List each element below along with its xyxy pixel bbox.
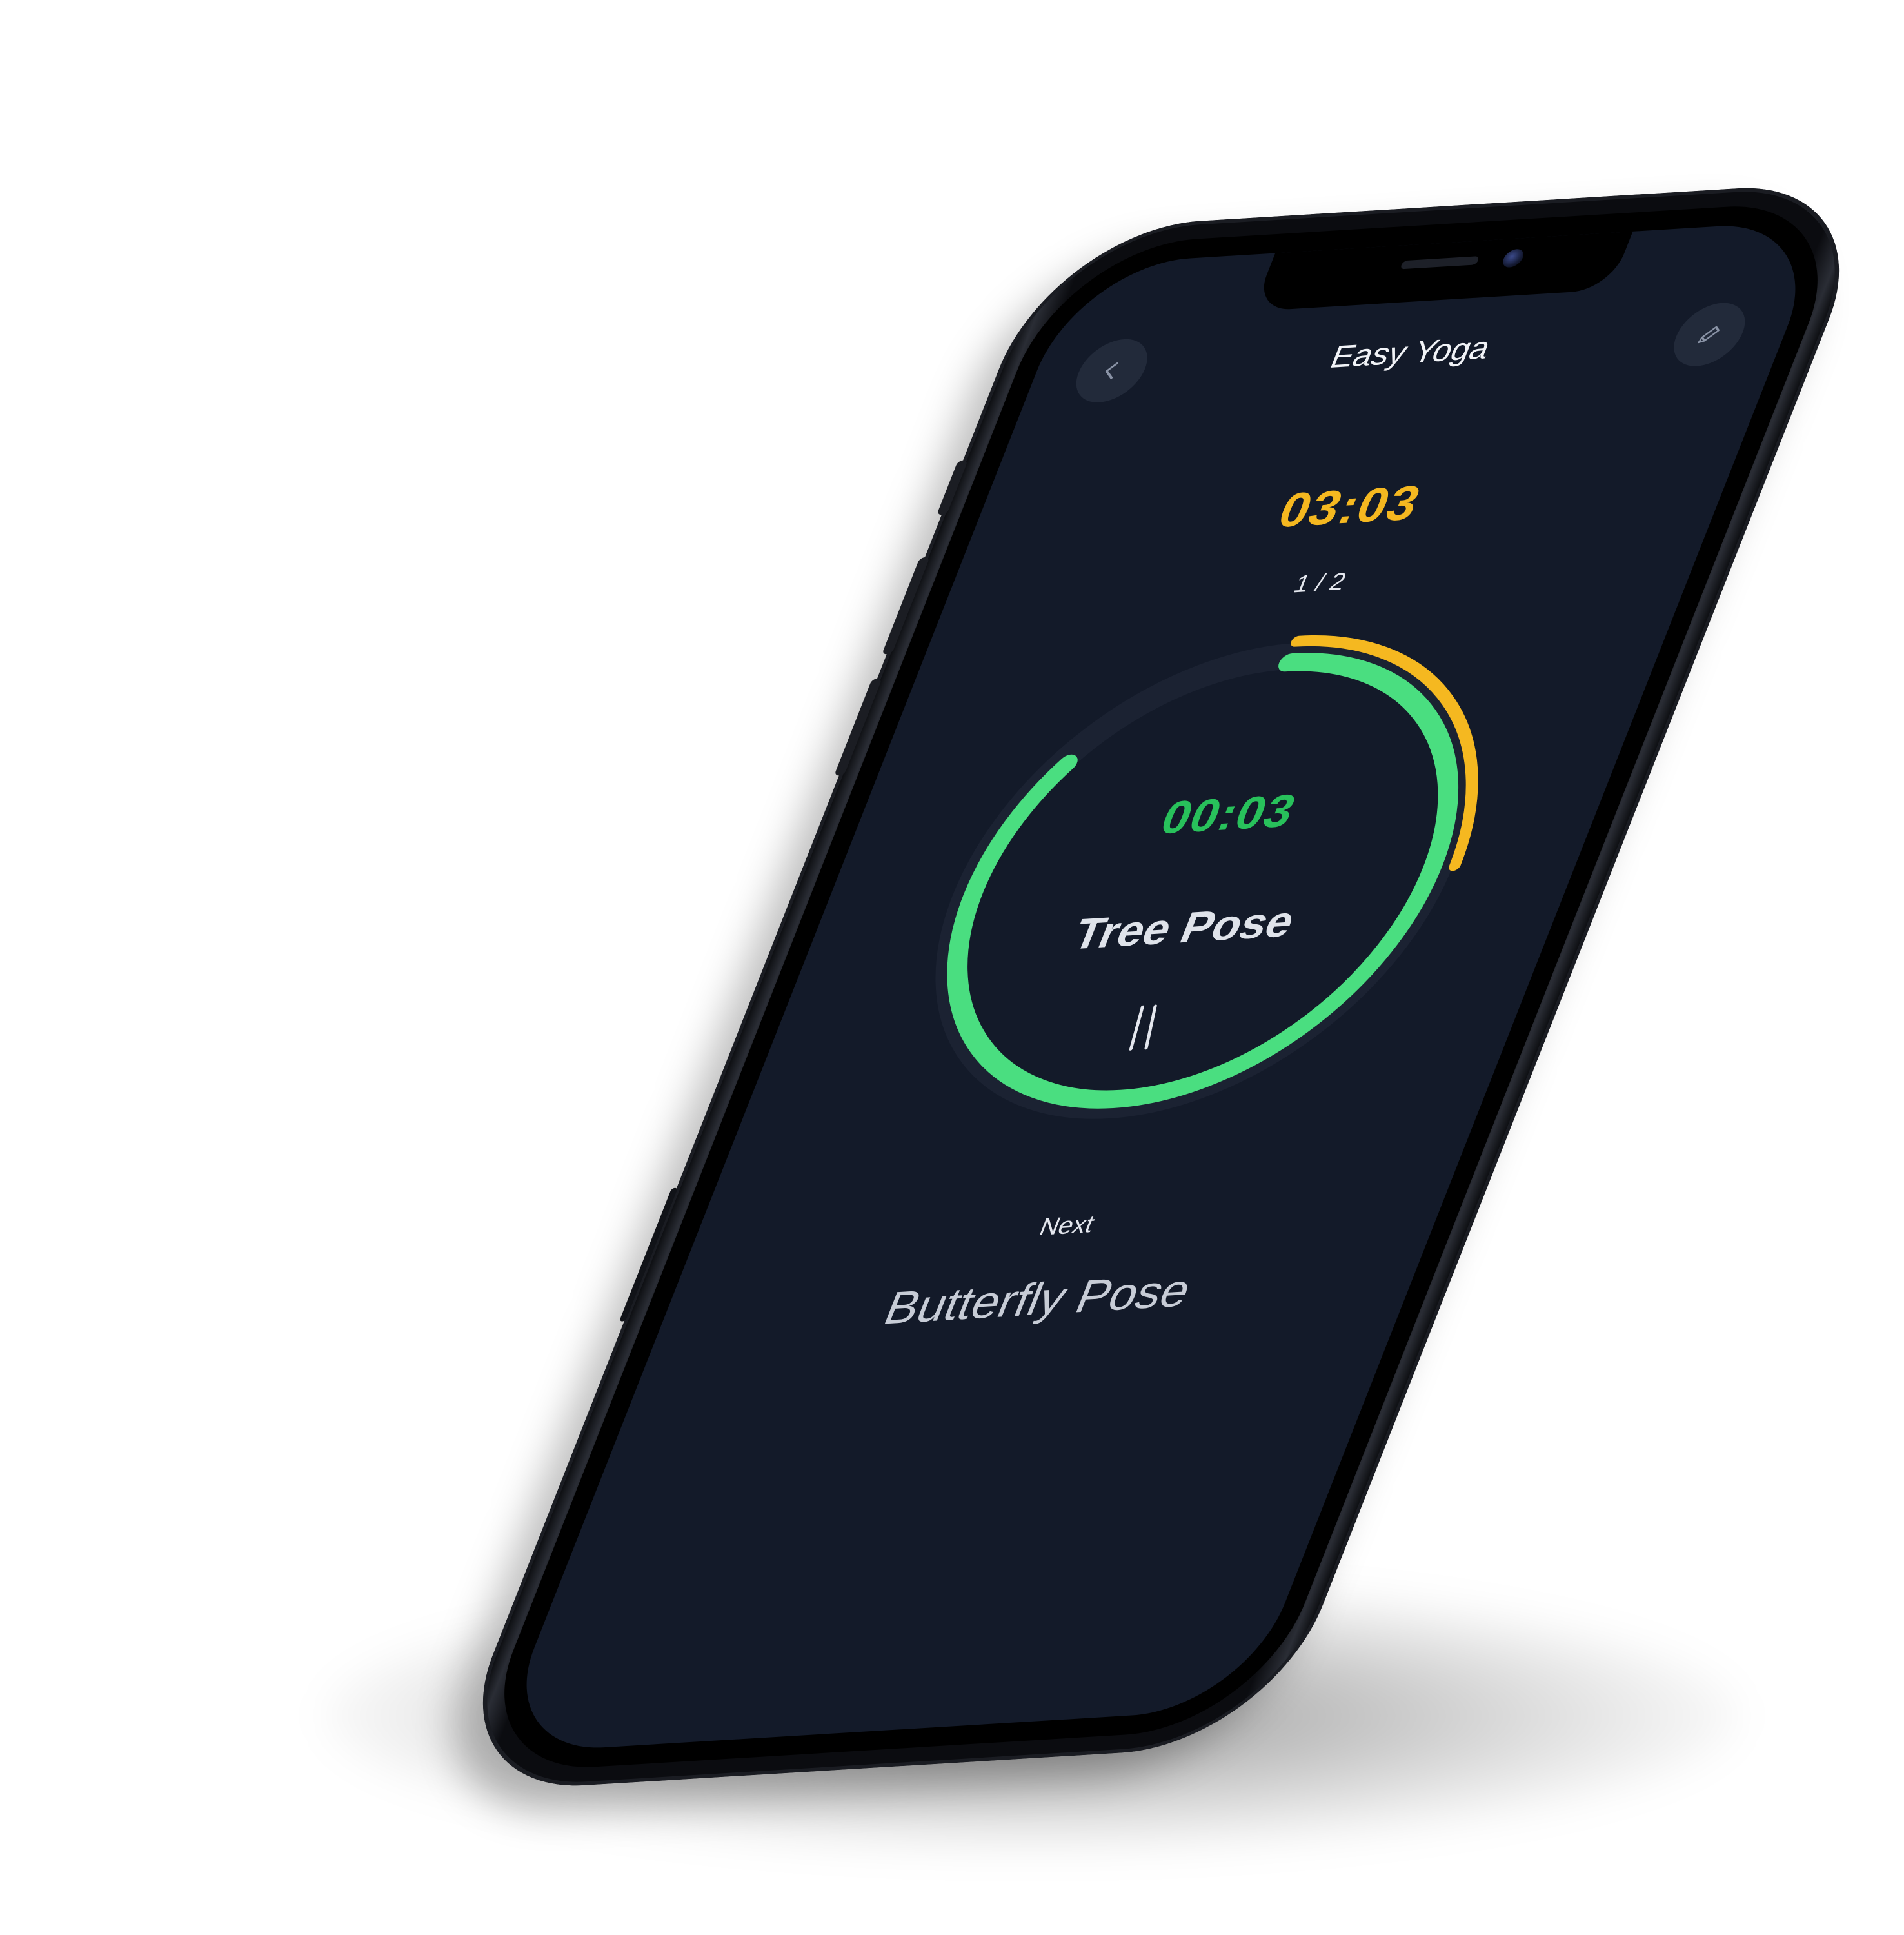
edit-button[interactable] — [1663, 301, 1756, 368]
pencil-icon — [1698, 326, 1720, 344]
app-screen: Easy Yoga 03:03 1 / 2 00:03 Tree Pose Ne… — [492, 219, 1830, 1754]
speaker-grille — [1400, 256, 1480, 270]
phone-device: Easy Yoga 03:03 1 / 2 00:03 Tree Pose Ne… — [438, 179, 1884, 1794]
pause-icon — [1129, 1004, 1157, 1051]
total-time-remaining: 03:03 — [1271, 475, 1429, 538]
front-camera — [1500, 248, 1527, 268]
progress-ring — [927, 635, 1478, 1127]
mockup-stage: Easy Yoga 03:03 1 / 2 00:03 Tree Pose Ne… — [0, 0, 1904, 1935]
next-label: Next — [1035, 1211, 1099, 1241]
step-counter: 1 / 2 — [1289, 568, 1351, 598]
next-pose-name: Butterfly Pose — [877, 1264, 1200, 1335]
step-progress-ring — [947, 653, 1459, 1109]
